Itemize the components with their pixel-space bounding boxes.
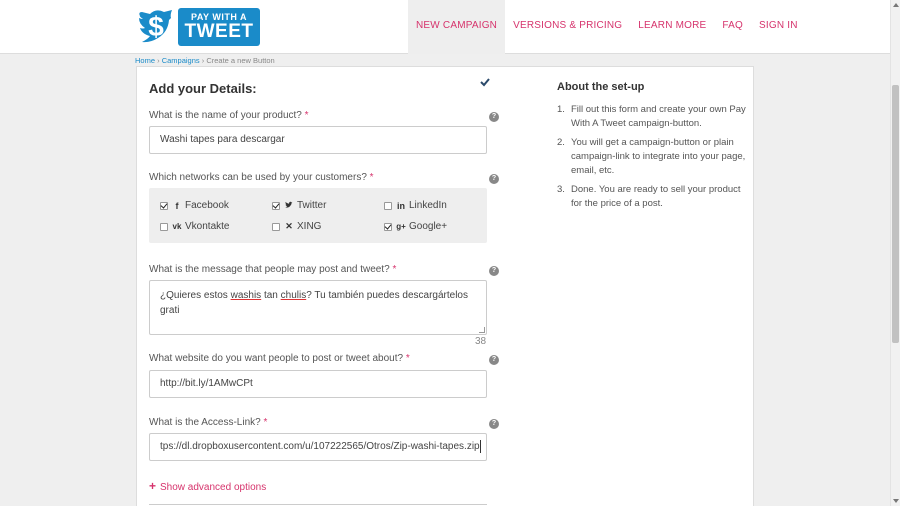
linkedin-icon: in xyxy=(397,200,405,211)
network-linkedin[interactable]: in LinkedIn xyxy=(384,200,447,211)
nav-versions-pricing[interactable]: VERSIONS & PRICING xyxy=(505,0,630,54)
network-twitter[interactable]: Twitter xyxy=(272,200,326,211)
breadcrumb-separator: › xyxy=(201,56,205,65)
scrollbar-thumb[interactable] xyxy=(892,85,899,343)
help-icon[interactable]: ? xyxy=(489,419,499,429)
about-setup-panel: About the set-up 1. Fill out this form an… xyxy=(557,81,747,216)
scroll-down-arrow-icon[interactable] xyxy=(893,499,899,503)
checkbox-xing[interactable] xyxy=(272,222,280,231)
help-icon[interactable]: ? xyxy=(489,174,499,184)
page-scrollbar[interactable] xyxy=(890,0,900,506)
character-counter: 38 xyxy=(475,336,487,347)
access-link-input[interactable]: tps://dl.dropboxusercontent.com/u/107222… xyxy=(149,433,487,461)
setup-step: 2. You will get a campaign-button or plai… xyxy=(557,137,746,176)
vkontakte-icon: vk xyxy=(172,222,182,231)
setup-steps-list: 1. Fill out this form and create your own… xyxy=(557,103,747,211)
svg-text:$: $ xyxy=(148,11,164,42)
access-link-label: What is the Access-Link? * xyxy=(149,417,268,428)
networks-box: f Facebook Twitter in LinkedIn vk Vkonta… xyxy=(149,188,487,243)
network-facebook[interactable]: f Facebook xyxy=(160,200,229,211)
twitter-icon xyxy=(285,201,293,208)
xing-icon: ✕ xyxy=(285,221,293,231)
setup-step: 3. Done. You are ready to sell your produ… xyxy=(557,184,741,209)
main-nav: NEW CAMPAIGN VERSIONS & PRICING LEARN MO… xyxy=(408,0,806,54)
breadcrumb-separator: › xyxy=(157,56,160,65)
website-input[interactable]: http://bit.ly/1AMwCPt xyxy=(149,370,487,398)
breadcrumb-home[interactable]: Home xyxy=(135,56,155,65)
facebook-icon: f xyxy=(175,200,179,211)
show-advanced-options-link[interactable]: + Show advanced options xyxy=(149,479,266,493)
pay-with-a-tweet-logo[interactable]: $ PAY WITH A TWEET xyxy=(136,6,261,48)
message-label: What is the message that people may post… xyxy=(149,264,397,275)
nav-learn-more[interactable]: LEARN MORE xyxy=(630,0,714,54)
logo-line-2: TWEET xyxy=(184,21,254,42)
divider xyxy=(149,504,487,505)
logo-text-box: PAY WITH A TWEET xyxy=(178,8,260,46)
checkbox-linkedin[interactable] xyxy=(384,201,392,210)
checkbox-vkontakte[interactable] xyxy=(160,222,168,231)
help-icon[interactable]: ? xyxy=(489,355,499,365)
checkbox-facebook[interactable] xyxy=(160,201,168,210)
network-vkontakte[interactable]: vk Vkontakte xyxy=(160,221,229,232)
website-label: What website do you want people to post … xyxy=(149,353,410,364)
breadcrumb-current: Create a new Button xyxy=(206,56,275,65)
top-navbar: $ PAY WITH A TWEET NEW CAMPAIGN VERSIONS… xyxy=(0,0,890,54)
checkmark-icon xyxy=(480,78,490,87)
message-textarea[interactable]: ¿Quieres estos washis tan chulis? Tu tam… xyxy=(149,280,487,335)
checkbox-twitter[interactable] xyxy=(272,201,280,210)
networks-label: Which networks can be used by your custo… xyxy=(149,172,374,183)
help-icon[interactable]: ? xyxy=(489,266,499,276)
main-content-panel: Add your Details: What is the name of yo… xyxy=(136,66,754,506)
dollar-bird-icon: $ xyxy=(139,10,172,43)
breadcrumb: Home › Campaigns › Create a new Button xyxy=(135,56,275,65)
plus-icon: + xyxy=(149,479,157,493)
scroll-up-arrow-icon[interactable] xyxy=(893,3,899,7)
nav-new-campaign[interactable]: NEW CAMPAIGN xyxy=(408,0,506,54)
product-name-label: What is the name of your product? * xyxy=(149,110,309,121)
checkbox-google-plus[interactable] xyxy=(384,222,392,231)
google-plus-icon: g+ xyxy=(396,222,406,231)
network-xing[interactable]: ✕ XING xyxy=(272,221,321,232)
form-title: Add your Details: xyxy=(149,81,257,96)
setup-step: 1. Fill out this form and create your own… xyxy=(557,104,746,129)
network-google-plus[interactable]: g+ Google+ xyxy=(384,221,447,232)
nav-faq[interactable]: FAQ xyxy=(714,0,751,54)
text-caret xyxy=(479,439,481,453)
textarea-resize-handle[interactable] xyxy=(479,327,485,333)
about-setup-title: About the set-up xyxy=(557,81,645,93)
product-name-input[interactable]: Washi tapes para descargar xyxy=(149,126,487,154)
breadcrumb-campaigns[interactable]: Campaigns xyxy=(162,56,200,65)
help-icon[interactable]: ? xyxy=(489,112,499,122)
nav-sign-in[interactable]: SIGN IN xyxy=(751,0,806,54)
